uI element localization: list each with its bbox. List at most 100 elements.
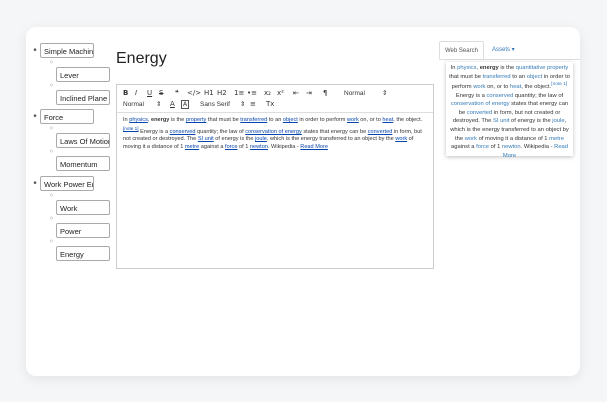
link-converted[interactable]: converted xyxy=(467,110,492,116)
background-color-button[interactable]: A xyxy=(181,100,190,109)
tree-node-lever[interactable]: Lever xyxy=(56,67,110,82)
link-force[interactable]: force xyxy=(225,144,237,150)
tree-node-power[interactable]: Power xyxy=(56,223,110,238)
link-transferred[interactable]: transferred xyxy=(483,74,511,80)
tree-node-work[interactable]: Work xyxy=(56,200,110,215)
link-object[interactable]: object xyxy=(283,117,298,123)
bullet-icon: • xyxy=(32,45,38,56)
text: quantity; the law of xyxy=(513,92,564,99)
link-property[interactable]: property xyxy=(186,117,207,123)
text: Energy is a xyxy=(455,92,487,99)
bold-term: energy xyxy=(151,117,170,123)
link-joule[interactable]: joule xyxy=(255,136,267,142)
select-arrows-icon: ⇕ xyxy=(240,101,246,108)
text: is the xyxy=(498,65,516,71)
size-select[interactable]: Normal ⇕ xyxy=(123,100,161,109)
underline-button[interactable]: U xyxy=(147,89,152,98)
bullet-icon: ◦ xyxy=(49,191,54,200)
topic-tree: • Simple Machines ◦ Lever ◦ Inclined Pla… xyxy=(26,27,116,376)
text-direction-button[interactable]: ¶ xyxy=(323,89,327,98)
link-heat[interactable]: heat xyxy=(510,84,521,90)
tree-node-label[interactable]: Laws Of Motion xyxy=(56,133,110,148)
tree-node-label[interactable]: Inclined Plane xyxy=(56,90,110,105)
tree-node-label[interactable]: Force xyxy=(40,109,94,124)
strike-button[interactable]: S xyxy=(159,89,163,98)
tree-node-simple-machines[interactable]: • Simple Machines xyxy=(30,43,94,58)
text: against a xyxy=(199,144,226,151)
outdent-button[interactable]: ⇤ xyxy=(293,89,299,98)
link-work[interactable]: work xyxy=(395,136,407,142)
text: , which is the energy transferred to an … xyxy=(266,136,396,143)
tree-node-label[interactable]: Work xyxy=(56,200,110,215)
tree-node-label[interactable]: Work Power Energy xyxy=(40,176,94,191)
tree-node-label[interactable]: Momentum xyxy=(56,156,110,171)
link-work[interactable]: work xyxy=(465,136,477,142)
link-physics[interactable]: physics xyxy=(457,65,476,71)
select-arrows-icon: ⇕ xyxy=(155,101,162,108)
bold-button[interactable]: B xyxy=(123,89,128,98)
text: to an xyxy=(510,73,527,80)
tree-node-energy[interactable]: Energy xyxy=(56,246,110,261)
app-window: • Simple Machines ◦ Lever ◦ Inclined Pla… xyxy=(26,27,580,376)
code-button[interactable]: </> xyxy=(187,89,201,98)
tab-web-search[interactable]: Web Search xyxy=(439,41,484,59)
tree-node-work-power-energy[interactable]: • Work Power Energy xyxy=(30,176,94,191)
editor-content[interactable]: In physics, energy is the property that … xyxy=(123,117,428,152)
header1-button[interactable]: H1 xyxy=(204,89,214,98)
tree-node-label[interactable]: Simple Machines xyxy=(40,43,94,58)
tree-node-momentum[interactable]: Momentum xyxy=(56,156,110,171)
subscript-button[interactable]: x₂ xyxy=(264,89,271,98)
link-conservation[interactable]: conservation of energy xyxy=(245,129,302,135)
link-work[interactable]: work xyxy=(347,117,359,123)
text: in order to perform xyxy=(297,117,347,123)
link-note[interactable]: [note 1] xyxy=(123,126,139,131)
tree-node-inclined-plane[interactable]: Inclined Plane xyxy=(56,90,110,105)
link-newton[interactable]: newton xyxy=(250,144,268,150)
font-select[interactable]: Sans Serif ⇕ xyxy=(200,100,245,109)
read-more-link[interactable]: Read More xyxy=(300,144,328,150)
clean-format-button[interactable]: Tx xyxy=(266,100,274,109)
select-arrows-icon: ⇕ xyxy=(381,90,388,97)
link-si-unit[interactable]: SI unit xyxy=(198,136,214,142)
align-button[interactable]: ≡ xyxy=(250,100,256,109)
tab-assets[interactable]: Assets ▾ xyxy=(487,41,520,59)
link-work[interactable]: work xyxy=(473,84,485,90)
link-object[interactable]: object xyxy=(527,74,542,80)
text: against a xyxy=(451,144,477,151)
link-metre[interactable]: metre xyxy=(549,136,564,142)
header2-button[interactable]: H2 xyxy=(217,89,227,98)
link-newton[interactable]: newton xyxy=(502,144,521,150)
tree-node-label[interactable]: Lever xyxy=(56,67,110,82)
link-quantitative-property[interactable]: quantitative property xyxy=(516,65,569,71)
ordered-list-button[interactable]: 1≡ xyxy=(234,89,244,98)
link-metre[interactable]: metre xyxy=(185,144,199,150)
link-physics[interactable]: physics xyxy=(129,117,148,123)
tree-node-force[interactable]: • Force xyxy=(30,109,94,124)
tree-node-laws-of-motion[interactable]: Laws Of Motion xyxy=(56,133,110,148)
link-conserved[interactable]: conserved xyxy=(486,93,513,99)
link-joule[interactable]: joule xyxy=(552,118,564,124)
font-color-button[interactable]: A xyxy=(170,100,175,109)
blockquote-button[interactable]: ❝ xyxy=(175,89,179,98)
link-conservation[interactable]: conservation of energy xyxy=(451,101,510,107)
text: of moving it a distance of 1 xyxy=(476,135,550,142)
link-heat[interactable]: heat xyxy=(382,117,393,123)
side-tabs: Web Search Assets ▾ xyxy=(439,41,580,60)
header-select[interactable]: Normal ⇕ xyxy=(344,89,387,98)
link-converted[interactable]: converted xyxy=(368,129,393,135)
indent-button[interactable]: ⇥ xyxy=(306,89,312,98)
superscript-button[interactable]: x² xyxy=(277,89,284,98)
link-transferred[interactable]: transferred xyxy=(240,117,267,123)
text: on, or to xyxy=(358,117,383,123)
link-note[interactable]: [note 1] xyxy=(551,82,567,87)
italic-button[interactable]: I xyxy=(135,89,137,98)
text: of 1 xyxy=(237,144,250,151)
link-force[interactable]: force xyxy=(476,144,489,150)
link-si-unit[interactable]: SI unit xyxy=(493,118,509,124)
tree-node-label[interactable]: Energy xyxy=(56,246,110,261)
bullet-list-button[interactable]: •≡ xyxy=(247,89,257,98)
link-conserved[interactable]: conserved xyxy=(170,129,196,135)
text: states that energy can be xyxy=(301,128,368,135)
bullet-icon: ◦ xyxy=(49,147,54,156)
tree-node-label[interactable]: Power xyxy=(56,223,110,238)
